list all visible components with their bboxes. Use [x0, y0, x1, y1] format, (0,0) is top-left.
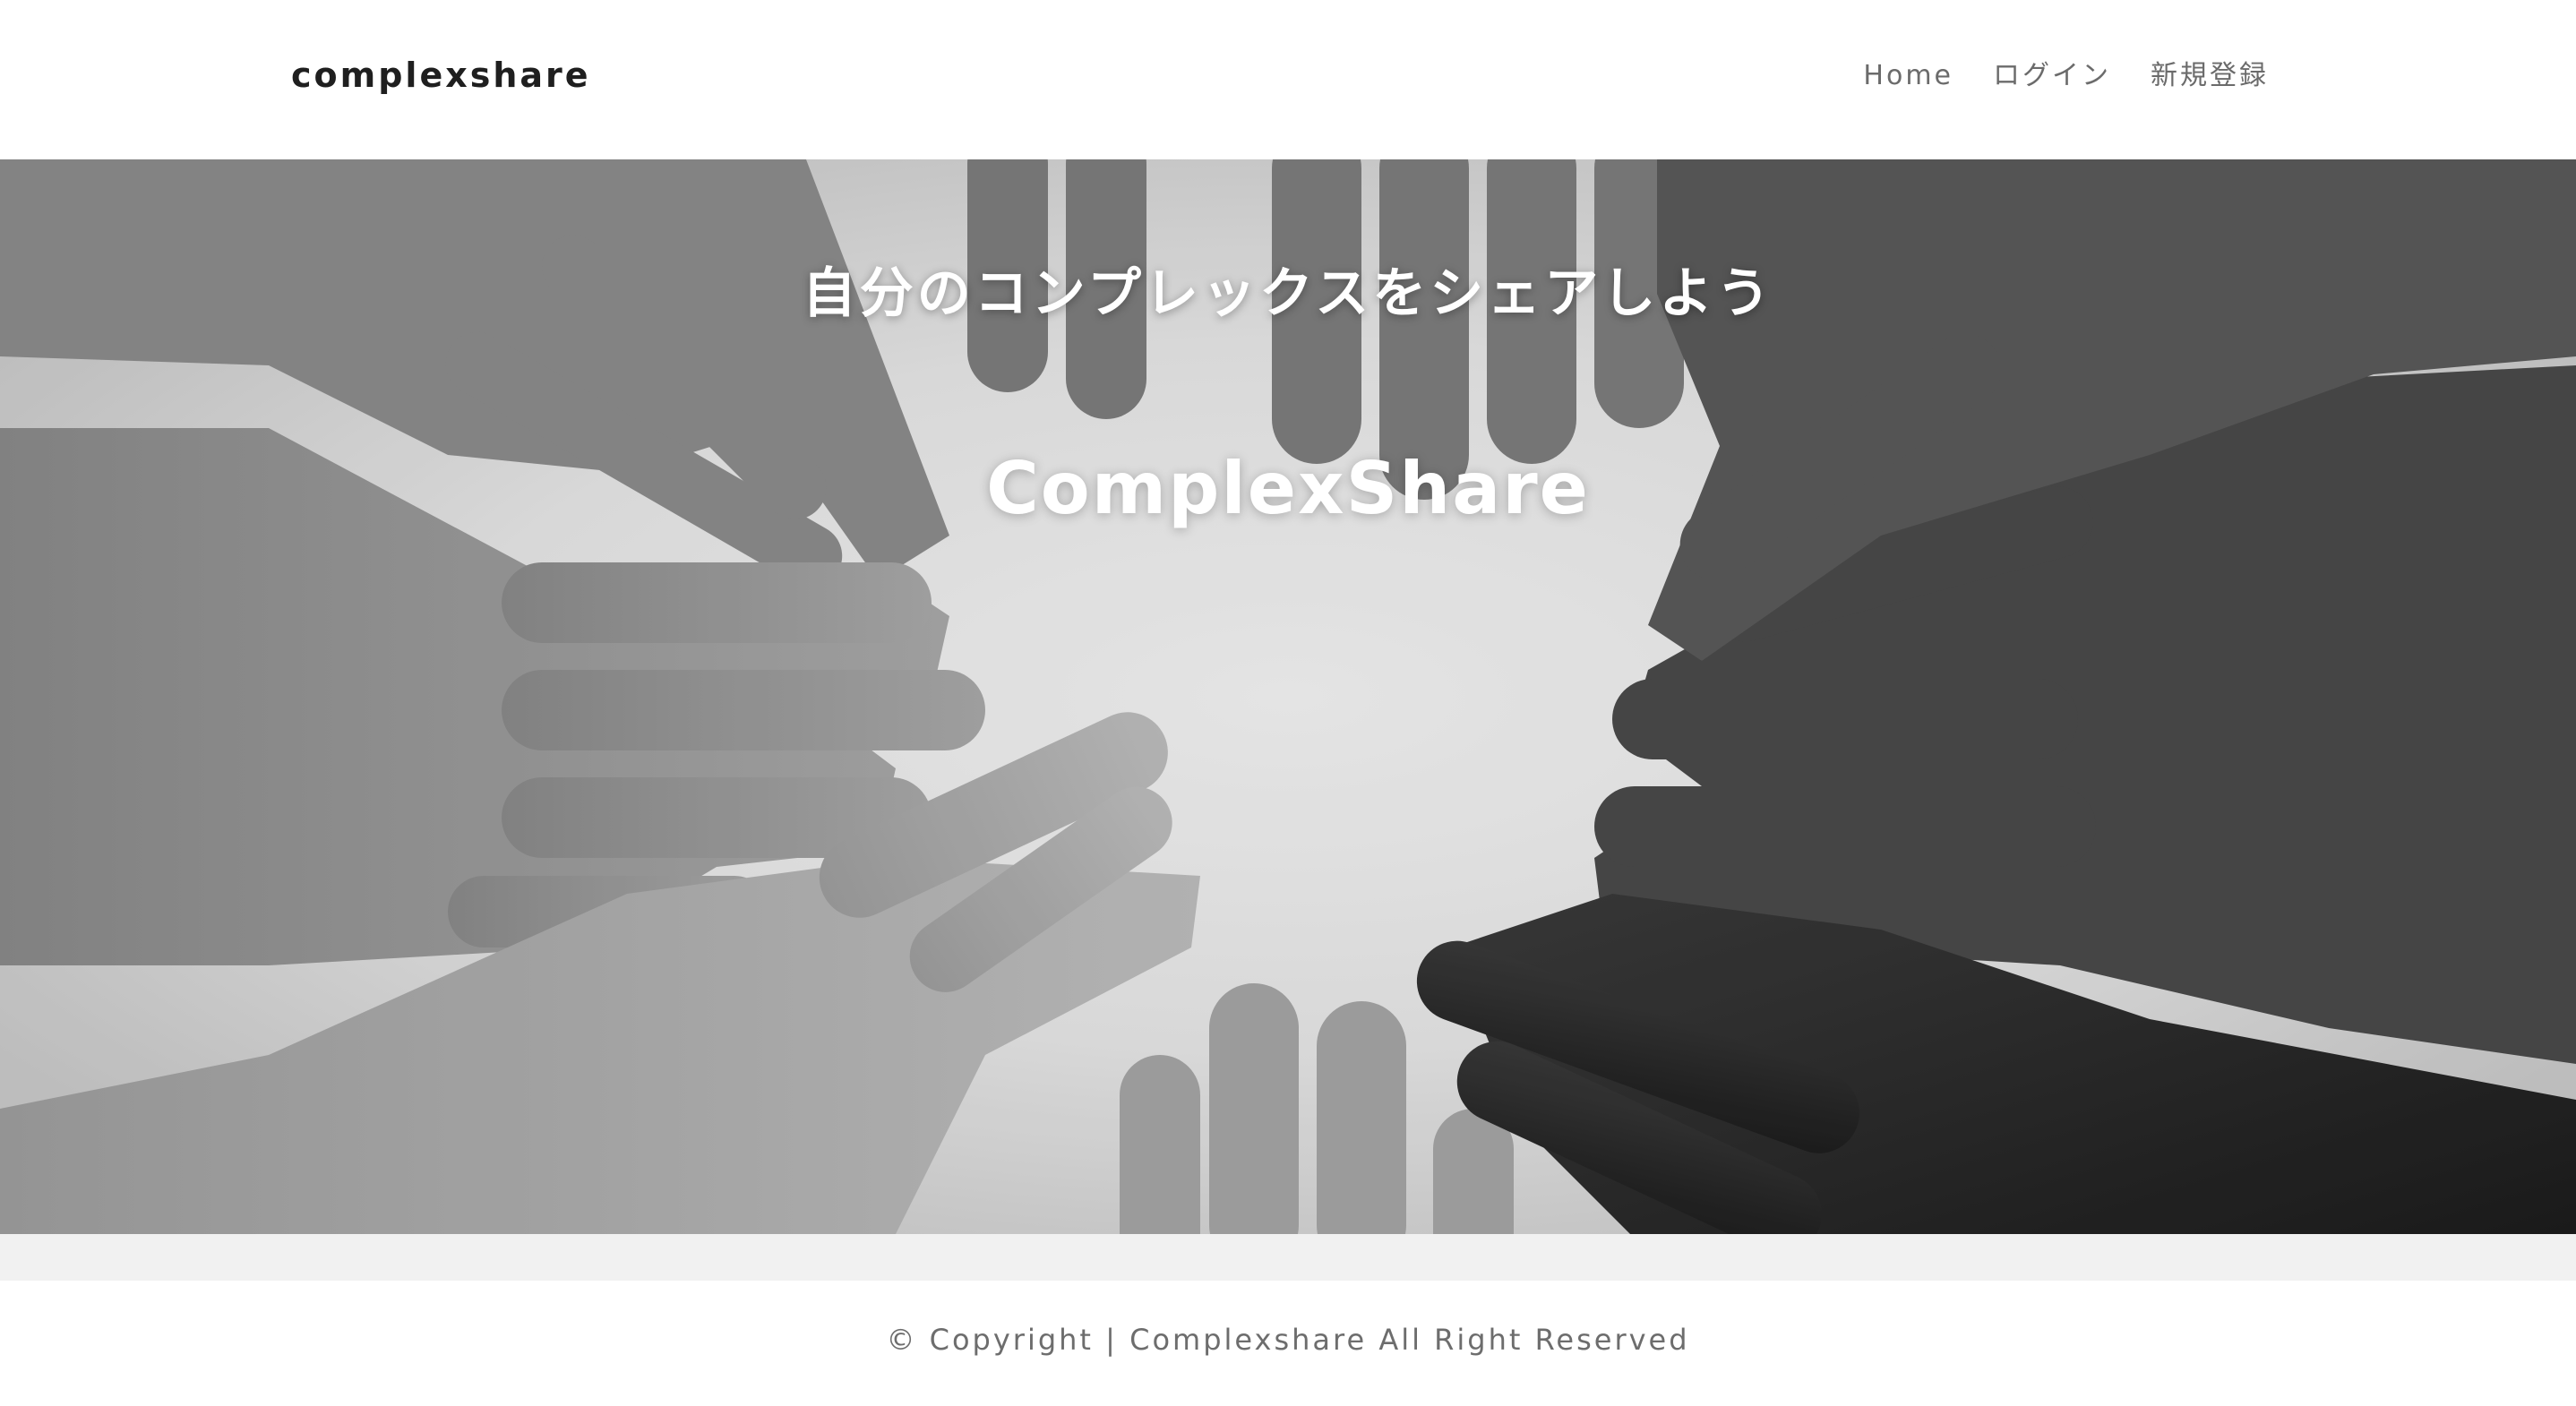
site-header: complexshare Home ログイン 新規登録 — [0, 0, 2576, 159]
hero-subtitle: 自分のコンプレックスをシェアしよう — [802, 262, 1774, 325]
nav-login[interactable]: ログイン — [1993, 56, 2111, 97]
main-nav: Home ログイン 新規登録 — [1863, 56, 2269, 97]
copyright-text: © Copyright | Complexshare All Right Res… — [886, 1323, 1690, 1357]
nav-home[interactable]: Home — [1863, 56, 1953, 97]
section-divider — [0, 1234, 2576, 1281]
site-footer: © Copyright | Complexshare All Right Res… — [0, 1281, 2576, 1406]
brand-logo[interactable]: complexshare — [291, 52, 591, 99]
hero-section: 自分のコンプレックスをシェアしよう ComplexShare — [0, 159, 2576, 1234]
nav-register[interactable]: 新規登録 — [2151, 56, 2269, 97]
hero-title: ComplexShare — [986, 447, 1590, 530]
